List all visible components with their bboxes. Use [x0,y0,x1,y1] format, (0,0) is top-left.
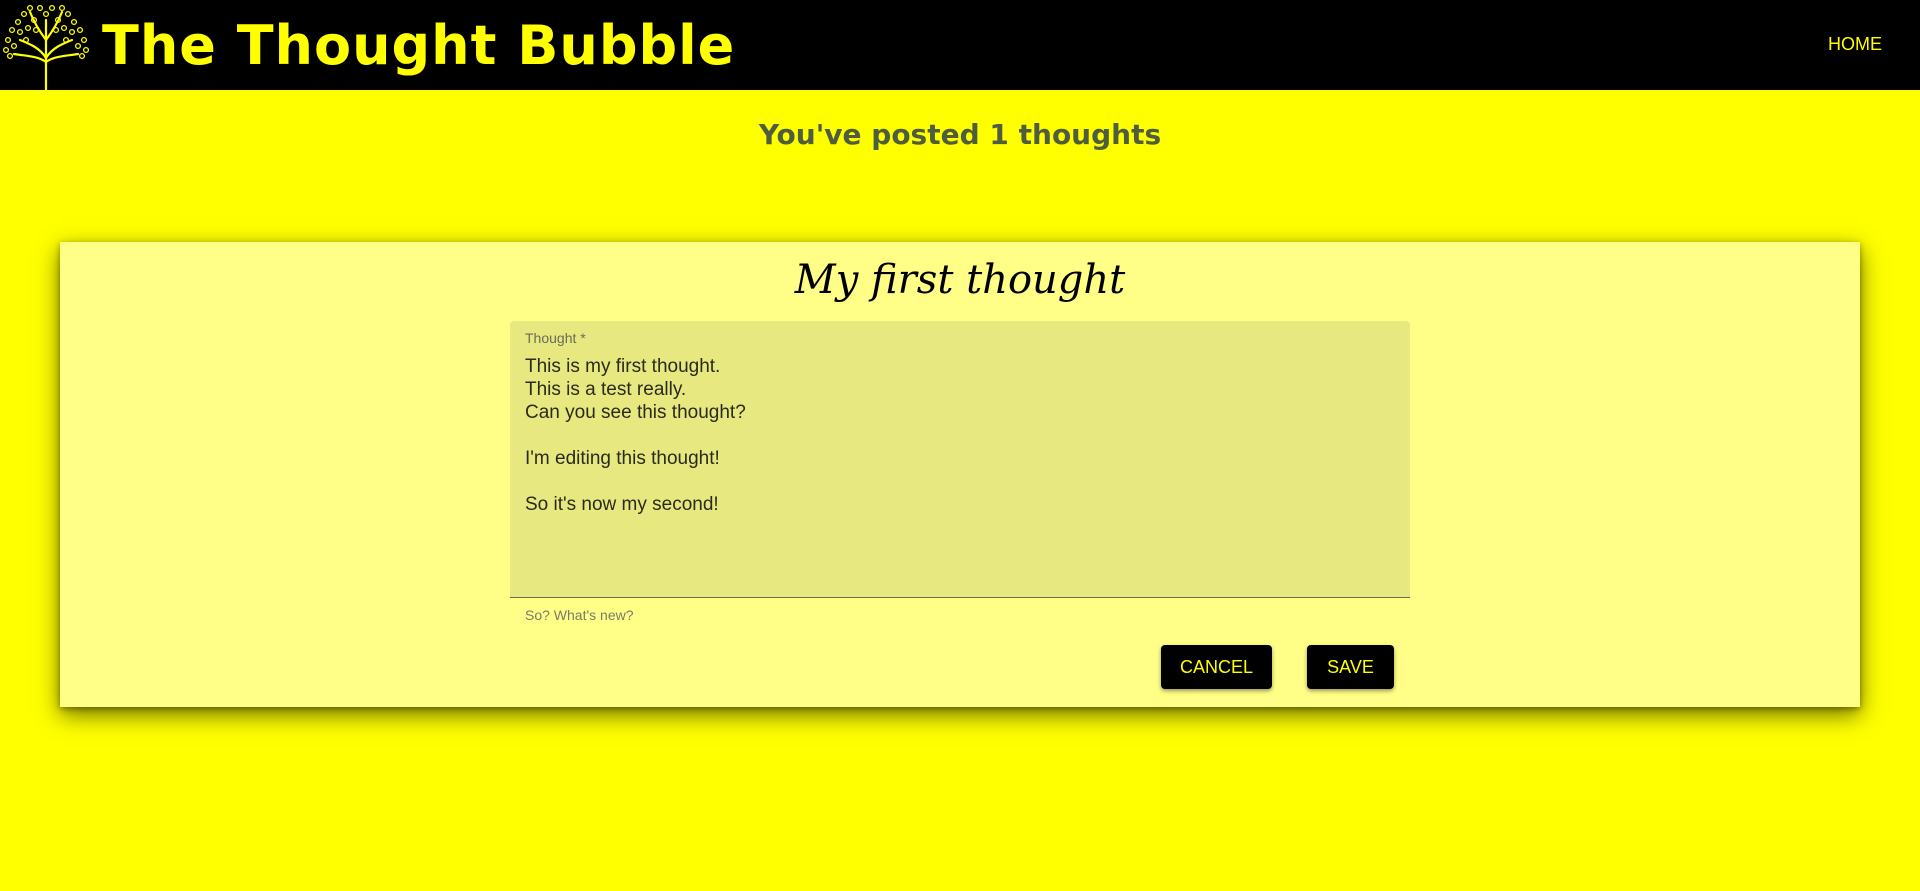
thought-field[interactable]: Thought * This is my first thought. This… [510,321,1410,598]
top-navbar: The Thought Bubble HOME [0,0,1920,90]
thought-field-label: Thought * [525,330,586,346]
thought-title: My first thought [794,257,1126,303]
thought-textarea[interactable]: This is my first thought. This is a test… [525,355,1395,585]
tree-icon[interactable] [0,0,90,90]
save-button[interactable]: SAVE [1307,645,1394,689]
nav-home-link[interactable]: HOME [1828,33,1882,55]
posted-count-heading: You've posted 1 thoughts [758,118,1162,151]
site-title: The Thought Bubble [102,14,736,77]
thought-edit-card: My first thought Thought * This is my fi… [60,242,1860,707]
cancel-button[interactable]: CANCEL [1161,645,1272,689]
thought-helper-text: So? What's new? [525,607,634,623]
